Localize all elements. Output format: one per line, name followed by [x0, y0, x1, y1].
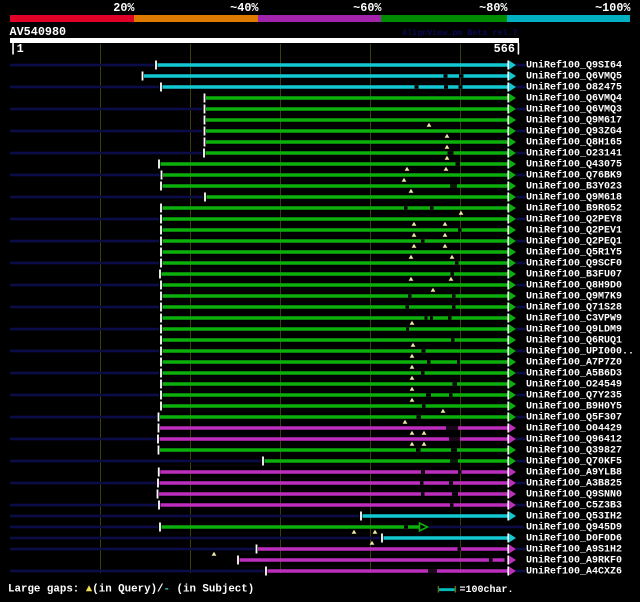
svg-text:Large gaps: ▲(in Query)/- (in: Large gaps: ▲(in Query)/- (in Subject) [8, 584, 254, 596]
svg-text:UniRef100_Q5F307: UniRef100_Q5F307 [526, 412, 622, 424]
svg-text:UniRef100_A9S1H2: UniRef100_A9S1H2 [526, 544, 622, 556]
svg-text:UniRef100_O23141: UniRef100_O23141 [526, 148, 622, 160]
svg-text:UniRef100_Q5R1Y5: UniRef100_Q5R1Y5 [526, 247, 622, 259]
svg-text:UniRef100_A4CXZ6: UniRef100_A4CXZ6 [526, 566, 622, 578]
svg-text:UniRef100_Q7Y235: UniRef100_Q7Y235 [526, 390, 622, 402]
svg-text:UniRef100_Q9M617: UniRef100_Q9M617 [526, 115, 622, 127]
svg-text:UniRef100_Q9M7K9: UniRef100_Q9M7K9 [526, 291, 622, 303]
svg-text:UniRef100_Q39827: UniRef100_Q39827 [526, 445, 622, 457]
svg-text:UniRef100_Q6RUQ1: UniRef100_Q6RUQ1 [526, 335, 622, 347]
svg-text:UniRef100_A5B6D3: UniRef100_A5B6D3 [526, 368, 622, 380]
svg-text:|1: |1 [10, 42, 24, 56]
svg-text:UniRef100_Q6VMQ3: UniRef100_Q6VMQ3 [526, 104, 622, 116]
svg-text:UniRef100_O82475: UniRef100_O82475 [526, 82, 622, 94]
svg-text:566|: 566| [494, 42, 522, 56]
svg-text:UniRef100_Q2PEV1: UniRef100_Q2PEV1 [526, 225, 622, 237]
svg-text:~60%: ~60% [353, 1, 382, 15]
svg-text:UniRef100_A9RKF0: UniRef100_A9RKF0 [526, 555, 622, 567]
svg-text:UniRef100_Q8H165: UniRef100_Q8H165 [526, 137, 622, 149]
svg-text:UniRef100_C5Z3B3: UniRef100_C5Z3B3 [526, 500, 622, 512]
svg-text:UniRef100_O24549: UniRef100_O24549 [526, 379, 622, 391]
svg-text:=100char.: =100char. [460, 584, 514, 596]
svg-text:UniRef100_B3Y023: UniRef100_B3Y023 [526, 181, 622, 193]
svg-text:UniRef100_A9YLB8: UniRef100_A9YLB8 [526, 467, 622, 479]
svg-text:UniRef100_Q76BK9: UniRef100_Q76BK9 [526, 170, 622, 182]
svg-text:AV540980: AV540980 [10, 25, 67, 39]
svg-text:UniRef100_Q53IH2: UniRef100_Q53IH2 [526, 511, 622, 523]
svg-text:UniRef100_A7P7Z0: UniRef100_A7P7Z0 [526, 357, 622, 369]
svg-text:UniRef100_Q9M618: UniRef100_Q9M618 [526, 192, 622, 204]
svg-text:UniRef100_Q8H9D0: UniRef100_Q8H9D0 [526, 280, 622, 292]
svg-text:AlignView.pm Beta rel.7: AlignView.pm Beta rel.7 [402, 28, 518, 38]
svg-text:~100%: ~100% [595, 1, 631, 15]
svg-text:~40%: ~40% [230, 1, 259, 15]
svg-text:UniRef100_UPI000..: UniRef100_UPI000.. [526, 346, 634, 358]
svg-text:UniRef100_B9RG52: UniRef100_B9RG52 [526, 203, 622, 215]
svg-text:20%: 20% [113, 1, 135, 15]
svg-text:UniRef100_Q2PEY8: UniRef100_Q2PEY8 [526, 214, 622, 226]
svg-text:UniRef100_A3B825: UniRef100_A3B825 [526, 478, 622, 490]
svg-text:UniRef100_Q2PEQ1: UniRef100_Q2PEQ1 [526, 236, 622, 248]
svg-text:UniRef100_Q9SNN0: UniRef100_Q9SNN0 [526, 489, 622, 501]
svg-text:UniRef100_B9H0Y5: UniRef100_B9H0Y5 [526, 401, 622, 413]
svg-text:UniRef100_D0F0D6: UniRef100_D0F0D6 [526, 533, 622, 545]
svg-text:UniRef100_Q93ZG4: UniRef100_Q93ZG4 [526, 126, 622, 138]
svg-text:UniRef100_O04429: UniRef100_O04429 [526, 423, 622, 435]
svg-text:UniRef100_Q96412: UniRef100_Q96412 [526, 434, 622, 446]
svg-text:UniRef100_Q71S28: UniRef100_Q71S28 [526, 302, 622, 314]
svg-text:UniRef100_Q6VMQ4: UniRef100_Q6VMQ4 [526, 93, 622, 105]
svg-text:UniRef100_Q945D9: UniRef100_Q945D9 [526, 522, 622, 534]
svg-text:UniRef100_B3FU07: UniRef100_B3FU07 [526, 269, 622, 281]
svg-text:UniRef100_Q70KF5: UniRef100_Q70KF5 [526, 456, 622, 468]
svg-text:UniRef100_C3VPW9: UniRef100_C3VPW9 [526, 313, 622, 325]
svg-text:~80%: ~80% [479, 1, 508, 15]
svg-text:UniRef100_Q43075: UniRef100_Q43075 [526, 159, 622, 171]
svg-text:UniRef100_Q6VMQ5: UniRef100_Q6VMQ5 [526, 71, 622, 83]
svg-text:UniRef100_Q9SCF0: UniRef100_Q9SCF0 [526, 258, 622, 270]
svg-text:UniRef100_Q9SI64: UniRef100_Q9SI64 [526, 60, 622, 72]
svg-text:UniRef100_Q9LDM9: UniRef100_Q9LDM9 [526, 324, 622, 336]
